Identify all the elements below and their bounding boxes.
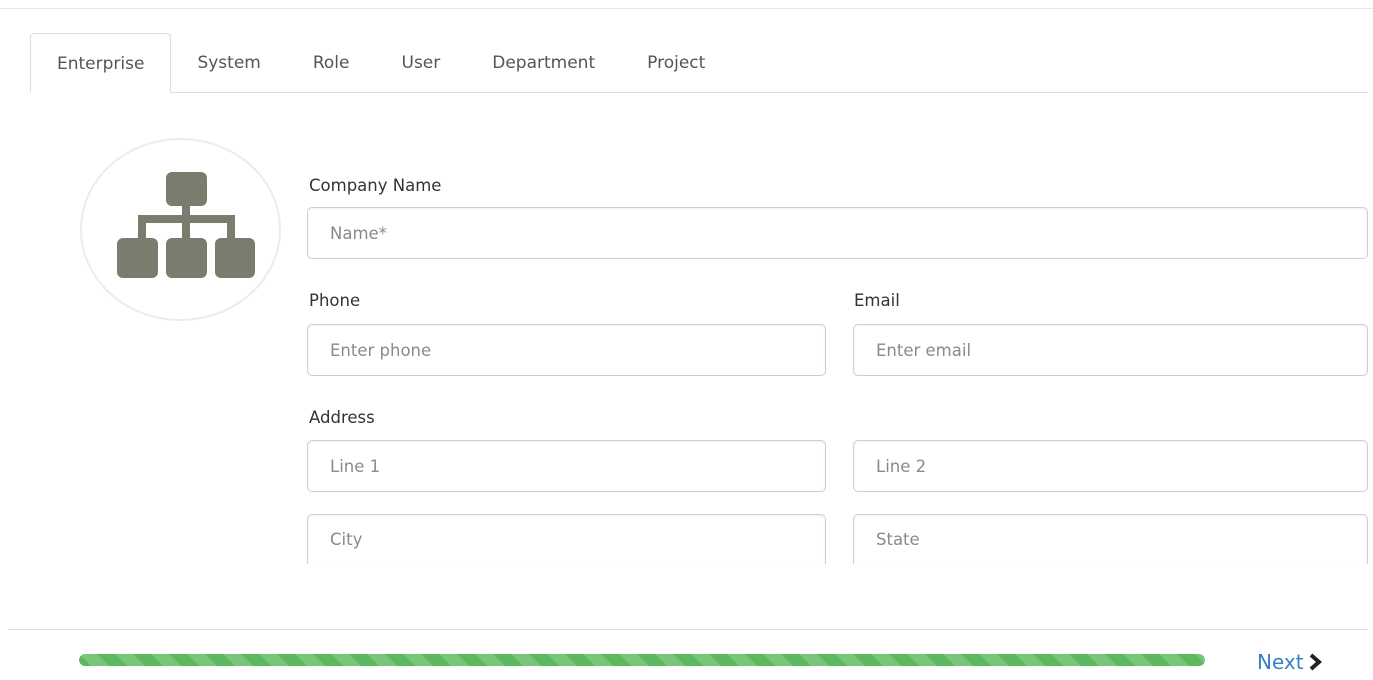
tab-role[interactable]: Role: [287, 33, 376, 93]
phone-input[interactable]: [307, 324, 826, 376]
phone-label: Phone: [309, 291, 361, 310]
company-logo[interactable]: [80, 138, 281, 321]
tab-enterprise[interactable]: Enterprise: [30, 33, 172, 93]
next-label: Next: [1257, 650, 1304, 674]
tab-project[interactable]: Project: [621, 33, 731, 93]
top-divider: [0, 8, 1373, 9]
address-label: Address: [309, 408, 375, 427]
tab-system[interactable]: System: [171, 33, 286, 93]
sitemap-icon: [117, 172, 255, 278]
company-name-input[interactable]: [307, 207, 1368, 259]
tab-department[interactable]: Department: [466, 33, 621, 93]
city-input[interactable]: [307, 514, 826, 564]
email-label: Email: [854, 291, 900, 310]
enterprise-setup-page: Enterprise System Role User Department P…: [0, 0, 1373, 680]
tab-user[interactable]: User: [376, 33, 467, 93]
tabs-divider: [30, 92, 1368, 93]
tab-bar: Enterprise System Role User Department P…: [30, 33, 731, 93]
state-input[interactable]: [853, 514, 1368, 564]
email-input[interactable]: [853, 324, 1368, 376]
next-button[interactable]: Next: [1257, 650, 1322, 674]
progress-bar: [79, 654, 1205, 666]
address-line1-input[interactable]: [307, 440, 826, 492]
footer-divider: [8, 629, 1368, 630]
address-line2-input[interactable]: [853, 440, 1368, 492]
progress-bar-fill: [79, 654, 1205, 666]
chevron-right-icon: [1308, 653, 1322, 671]
company-name-label: Company Name: [309, 176, 442, 195]
